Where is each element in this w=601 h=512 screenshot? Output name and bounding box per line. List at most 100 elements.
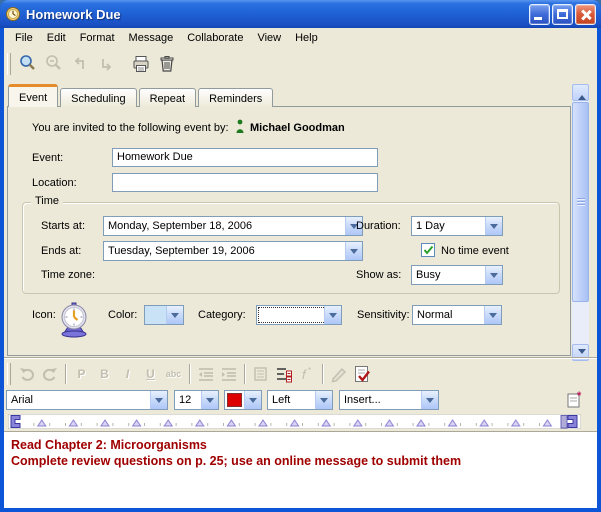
show-as-select[interactable]: Busy xyxy=(411,265,503,285)
window-title: Homework Due xyxy=(26,7,527,22)
body-line: Read Chapter 2: Microorganisms xyxy=(11,437,597,453)
chevron-down-icon[interactable] xyxy=(345,242,362,260)
show-as-label: Show as: xyxy=(356,269,401,281)
paragraph-style-button: P xyxy=(70,363,93,385)
icon-label: Icon: xyxy=(32,309,56,321)
location-label: Location: xyxy=(32,177,77,189)
tab-repeat[interactable]: Repeat xyxy=(139,88,196,107)
ruler[interactable] xyxy=(4,414,597,430)
delete-icon[interactable] xyxy=(155,52,179,76)
vertical-scrollbar[interactable] xyxy=(572,84,589,361)
previous-icon xyxy=(68,52,92,76)
chevron-down-icon[interactable] xyxy=(166,306,183,324)
find-icon[interactable] xyxy=(16,52,40,76)
font-size-select[interactable]: 12 xyxy=(174,390,219,410)
scrollbar-thumb[interactable] xyxy=(572,102,589,302)
section-divider xyxy=(4,357,597,358)
toolbar-grip[interactable] xyxy=(7,53,11,75)
time-group: Time Starts at: Monday, September 18, 20… xyxy=(22,202,560,294)
redo-icon xyxy=(38,363,61,385)
main-toolbar xyxy=(4,48,597,80)
no-time-event-checkbox[interactable] xyxy=(421,243,435,257)
insert-select[interactable]: Insert... xyxy=(339,390,439,410)
chevron-down-icon[interactable] xyxy=(421,391,438,409)
menu-file[interactable]: File xyxy=(8,30,40,46)
insert-field-icon: f* xyxy=(295,363,318,385)
checklist-icon[interactable] xyxy=(272,363,295,385)
time-zone-label: Time zone: xyxy=(41,269,95,281)
underline-button: U xyxy=(139,363,162,385)
chevron-down-icon[interactable] xyxy=(484,306,501,324)
message-body[interactable]: Read Chapter 2: Microorganisms Complete … xyxy=(4,431,597,508)
location-input[interactable] xyxy=(112,173,378,192)
ends-at-select[interactable]: Tuesday, September 19, 2006 xyxy=(103,241,363,261)
chevron-down-icon[interactable] xyxy=(201,391,218,409)
handwriting-icon xyxy=(327,363,350,385)
homework-due-window: Homework Due File Edit Format Message Co… xyxy=(0,0,601,512)
color-select[interactable] xyxy=(144,305,184,325)
menu-edit[interactable]: Edit xyxy=(40,30,73,46)
insert-list-icon xyxy=(249,363,272,385)
tab-event[interactable]: Event xyxy=(8,84,58,107)
organizer-name: Michael Goodman xyxy=(250,122,345,134)
next-icon xyxy=(94,52,118,76)
chevron-down-icon[interactable] xyxy=(485,266,502,284)
duration-select[interactable]: 1 Day xyxy=(411,216,503,236)
scrollbar-up-icon[interactable] xyxy=(572,84,589,101)
alarm-clock-icon[interactable] xyxy=(58,301,90,339)
menu-collaborate[interactable]: Collaborate xyxy=(180,30,250,46)
undo-icon xyxy=(15,363,38,385)
tab-strip: Event Scheduling Repeat Reminders xyxy=(4,84,275,107)
minimize-button[interactable] xyxy=(529,4,550,25)
sensitivity-select[interactable]: Normal xyxy=(412,305,502,325)
svg-text:*: * xyxy=(308,366,311,375)
font-color-swatch xyxy=(227,393,242,407)
starts-at-select[interactable]: Monday, September 18, 2006 xyxy=(103,216,363,236)
insert-object-icon[interactable]: * xyxy=(565,390,587,410)
close-button[interactable] xyxy=(575,4,596,25)
outdent-icon xyxy=(194,363,217,385)
presence-icon xyxy=(235,119,245,134)
window-clock-icon xyxy=(5,6,21,22)
title-bar[interactable]: Homework Due xyxy=(0,0,601,28)
window-client-area: File Edit Format Message Collaborate Vie… xyxy=(4,28,597,508)
chevron-down-icon[interactable] xyxy=(150,391,167,409)
check-icon xyxy=(423,245,434,255)
category-select[interactable] xyxy=(256,305,342,325)
menu-view[interactable]: View xyxy=(250,30,288,46)
format-toolbar: P B I U abc f* xyxy=(4,359,597,389)
font-name-select[interactable]: Arial xyxy=(6,390,168,410)
menu-format[interactable]: Format xyxy=(73,30,122,46)
tab-scheduling[interactable]: Scheduling xyxy=(60,88,136,107)
duration-label: Duration: xyxy=(356,220,401,232)
chevron-down-icon[interactable] xyxy=(324,306,341,324)
tab-reminders[interactable]: Reminders xyxy=(198,88,273,107)
spell-check-icon[interactable] xyxy=(350,363,373,385)
font-color-select[interactable] xyxy=(224,390,262,410)
alignment-select[interactable]: Left xyxy=(267,390,333,410)
italic-button: I xyxy=(116,363,139,385)
font-bar: Arial 12 Left Insert... * xyxy=(4,390,597,412)
body-line: Complete review questions on p. 25; use … xyxy=(11,453,597,469)
category-label: Category: xyxy=(198,309,246,321)
ends-at-label: Ends at: xyxy=(41,245,81,257)
color-label: Color: xyxy=(108,309,137,321)
bold-button: B xyxy=(93,363,116,385)
menu-help[interactable]: Help xyxy=(288,30,325,46)
menu-bar: File Edit Format Message Collaborate Vie… xyxy=(4,28,597,48)
no-time-event-label: No time event xyxy=(441,245,509,257)
event-input[interactable]: Homework Due xyxy=(112,148,378,167)
maximize-button[interactable] xyxy=(552,4,573,25)
event-label: Event: xyxy=(32,152,63,164)
chevron-down-icon[interactable] xyxy=(485,217,502,235)
svg-text:*: * xyxy=(577,390,582,402)
find-next-icon xyxy=(42,52,66,76)
menu-message[interactable]: Message xyxy=(122,30,181,46)
chevron-down-icon[interactable] xyxy=(244,391,261,409)
chevron-down-icon[interactable] xyxy=(315,391,332,409)
indent-icon xyxy=(217,363,240,385)
print-icon[interactable] xyxy=(129,52,153,76)
starts-at-label: Starts at: xyxy=(41,220,85,232)
time-group-title: Time xyxy=(31,195,63,207)
toolbar-grip[interactable] xyxy=(7,363,11,385)
